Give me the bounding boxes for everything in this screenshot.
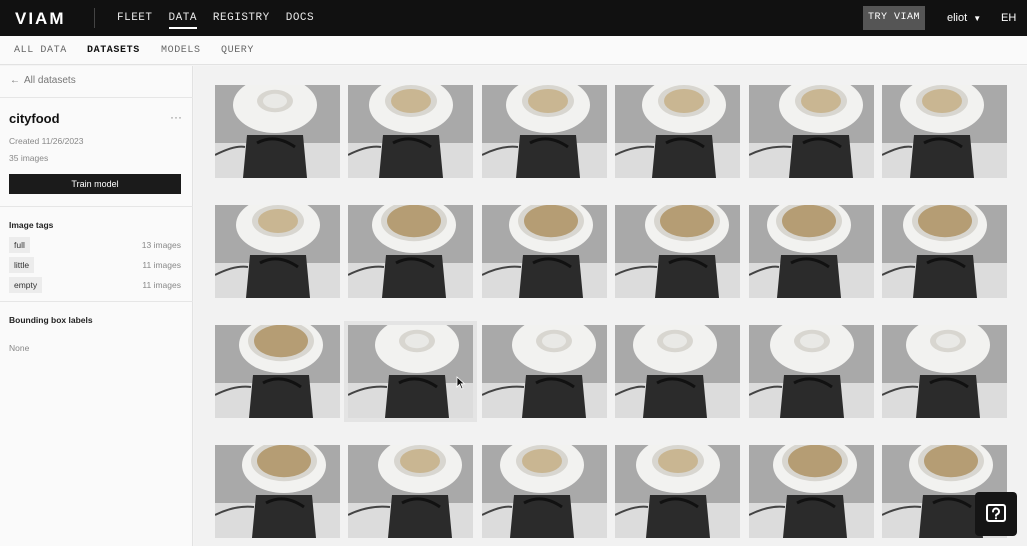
image-thumbnail[interactable] (482, 205, 607, 298)
tag-count: 11 images (142, 280, 181, 290)
tab-datasets[interactable]: DATASETS (87, 36, 140, 65)
bounding-box-labels-title: Bounding box labels (9, 315, 93, 325)
image-thumbnail[interactable] (348, 445, 473, 538)
viam-logo[interactable]: VIAM (15, 9, 66, 29)
image-thumbnail[interactable] (348, 85, 473, 178)
train-model-button[interactable]: Train model (9, 174, 181, 194)
help-chat-icon (986, 504, 1006, 522)
tag-count: 11 images (142, 260, 181, 270)
dataset-created-date: Created 11/26/2023 (9, 136, 84, 146)
tab-all-data[interactable]: ALL DATA (14, 36, 67, 65)
dataset-title: cityfood (9, 111, 60, 126)
image-thumbnail[interactable] (749, 325, 874, 418)
user-name: eliot (947, 12, 968, 24)
divider (0, 301, 193, 302)
back-to-datasets-link[interactable]: ← All datasets (10, 75, 76, 86)
image-thumbnail[interactable] (882, 85, 1007, 178)
image-thumbnail[interactable] (482, 325, 607, 418)
divider (0, 97, 193, 98)
tag-chip[interactable]: little (9, 257, 35, 273)
image-thumbnail[interactable] (615, 85, 740, 178)
image-thumbnail[interactable] (615, 325, 740, 418)
image-thumbnail[interactable] (749, 445, 874, 538)
main-nav: FLEET DATA REGISTRY DOCS (117, 0, 330, 36)
divider (0, 206, 193, 207)
tag-chip[interactable]: full (9, 237, 30, 253)
image-thumbnail[interactable] (749, 85, 874, 178)
image-tags-title: Image tags (9, 220, 54, 230)
image-thumbnail[interactable] (749, 205, 874, 298)
image-thumbnail[interactable] (215, 205, 340, 298)
image-thumbnail[interactable] (882, 325, 1007, 418)
tag-row-little: little 11 images (9, 257, 181, 273)
top-bar: VIAM FLEET DATA REGISTRY DOCS TRY VIAM e… (0, 0, 1027, 36)
nav-data[interactable]: DATA (168, 0, 198, 36)
dataset-image-count: 35 images (9, 153, 49, 163)
image-grid (194, 66, 1027, 546)
nav-registry[interactable]: REGISTRY (213, 0, 270, 36)
nav-fleet[interactable]: FLEET (117, 0, 153, 36)
tag-chip[interactable]: empty (9, 277, 43, 293)
image-thumbnail[interactable] (348, 325, 473, 418)
tag-row-full: full 13 images (9, 237, 181, 253)
image-thumbnail[interactable] (882, 205, 1007, 298)
image-thumbnail[interactable] (615, 445, 740, 538)
chevron-down-icon: ▼ (973, 14, 982, 23)
user-initials[interactable]: EH (1001, 0, 1016, 36)
dataset-sidebar: ← All datasets cityfood ··· Created 11/26… (0, 66, 193, 546)
logo-divider (94, 8, 95, 28)
try-viam-button[interactable]: TRY VIAM (863, 6, 925, 30)
tab-query[interactable]: QUERY (221, 36, 254, 65)
back-label: All datasets (24, 75, 76, 86)
arrow-left-icon: ← (10, 75, 20, 86)
help-chat-button[interactable] (975, 492, 1017, 536)
bounding-box-labels-none: None (9, 343, 30, 353)
image-thumbnail[interactable] (615, 205, 740, 298)
tag-count: 13 images (141, 240, 181, 250)
more-horizontal-icon[interactable]: ··· (170, 110, 182, 124)
nav-docs[interactable]: DOCS (286, 0, 314, 36)
image-thumbnail[interactable] (215, 85, 340, 178)
image-thumbnail[interactable] (482, 85, 607, 178)
tag-row-empty: empty 11 images (9, 277, 181, 293)
image-thumbnail[interactable] (215, 445, 340, 538)
tab-models[interactable]: MODELS (161, 36, 201, 65)
sub-nav: ALL DATA DATASETS MODELS QUERY (0, 36, 1027, 65)
mouse-cursor-icon (456, 376, 466, 390)
image-thumbnail[interactable] (215, 325, 340, 418)
image-thumbnail[interactable] (348, 205, 473, 298)
user-menu[interactable]: eliot ▼ (947, 0, 981, 36)
image-thumbnail[interactable] (482, 445, 607, 538)
